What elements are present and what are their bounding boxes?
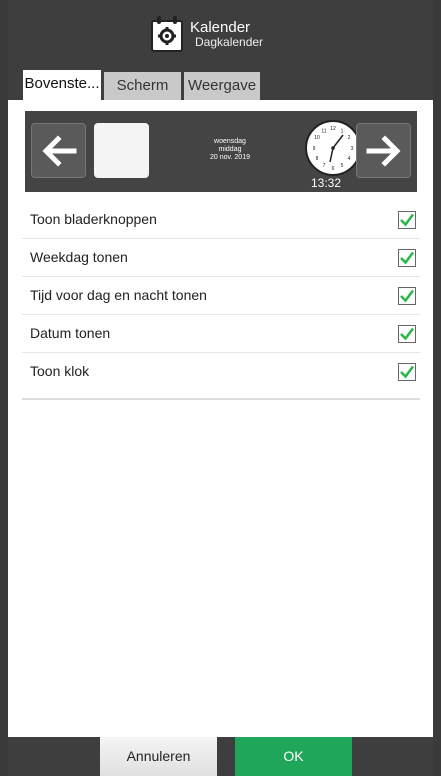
settings-panel: woensdag middag 20 nov. 2019 12 1 2 345 67…	[8, 100, 433, 737]
svg-text:5: 5	[341, 163, 344, 169]
svg-text:2: 2	[348, 135, 351, 141]
checkbox-klok[interactable]	[398, 363, 416, 381]
option-label: Weekdag tonen	[30, 249, 128, 265]
checkbox-dag-nacht[interactable]	[398, 287, 416, 305]
arrow-left-icon[interactable]	[31, 123, 86, 178]
svg-text:9: 9	[313, 146, 316, 152]
checkbox-bladerknoppen[interactable]	[398, 211, 416, 229]
svg-text:1: 1	[341, 129, 344, 135]
ok-button[interactable]: OK	[235, 737, 352, 776]
option-row[interactable]: Tijd voor dag en nacht tonen	[22, 277, 420, 315]
checkbox-datum[interactable]	[398, 325, 416, 343]
list-divider	[22, 398, 420, 400]
svg-text:4: 4	[348, 156, 351, 162]
app-window: Kalender Dagkalender Bovenste... Scherm …	[8, 0, 433, 776]
option-row[interactable]: Datum tonen	[22, 315, 420, 353]
calendar-settings-icon	[151, 16, 183, 52]
checkbox-weekdag[interactable]	[398, 249, 416, 267]
page-subtitle: Dagkalender	[195, 35, 264, 49]
svg-text:12: 12	[330, 126, 336, 132]
svg-text:6: 6	[332, 166, 335, 172]
footer: Annuleren OK	[8, 737, 433, 776]
svg-text:3: 3	[351, 146, 354, 152]
calendar-preview: woensdag middag 20 nov. 2019 12 1 2 345 67…	[25, 111, 417, 192]
option-row[interactable]: Toon klok	[22, 353, 420, 391]
preview-date: 20 nov. 2019	[210, 154, 250, 161]
svg-text:7: 7	[323, 163, 326, 169]
option-label: Datum tonen	[30, 325, 111, 341]
option-label: Tijd voor dag en nacht tonen	[30, 287, 207, 303]
svg-text:8: 8	[316, 156, 319, 162]
svg-text:10: 10	[314, 135, 320, 141]
option-label: Toon klok	[30, 363, 90, 379]
preview-daypart: middag	[218, 146, 242, 153]
header: Kalender Dagkalender Bovenste... Scherm …	[8, 0, 433, 101]
preview-weekday: woensdag	[214, 138, 246, 145]
day-image-placeholder	[94, 123, 149, 178]
svg-text:11: 11	[321, 129, 326, 135]
cancel-button[interactable]: Annuleren	[100, 737, 217, 776]
option-row[interactable]: Weekdag tonen	[22, 239, 420, 277]
tab-weergave[interactable]: Weergave	[184, 72, 260, 100]
analog-clock-icon: 12 1 2 345 678 9 10 11	[305, 120, 361, 176]
option-label: Toon bladerknoppen	[30, 211, 157, 227]
tab-scherm[interactable]: Scherm	[104, 72, 181, 100]
tab-bovenste[interactable]: Bovenste...	[23, 70, 101, 101]
option-row[interactable]: Toon bladerknoppen	[22, 201, 420, 239]
preview-time: 13:32	[311, 176, 342, 190]
page-title: Kalender	[190, 19, 251, 36]
preview-date-text: woensdag middag 20 nov. 2019	[190, 138, 270, 162]
arrow-right-icon[interactable]	[356, 123, 411, 178]
